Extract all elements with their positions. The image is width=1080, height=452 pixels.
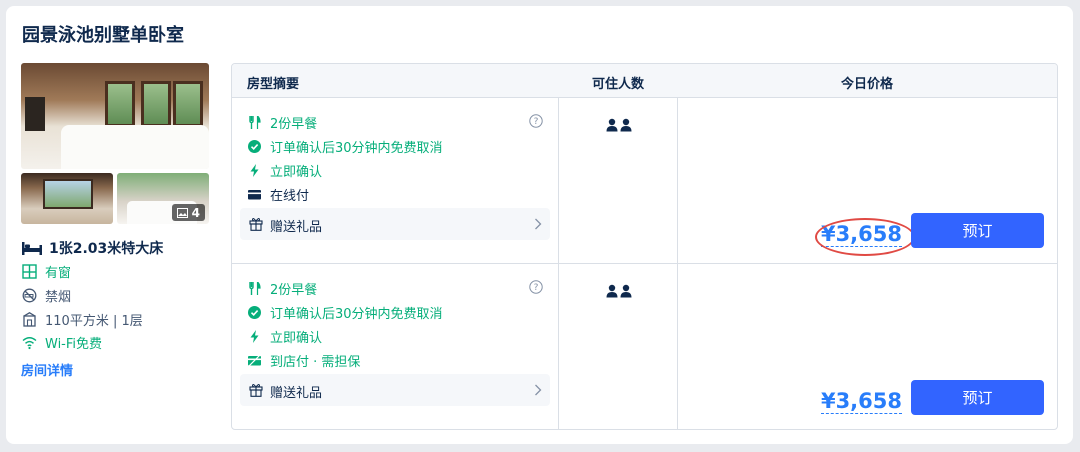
window-info: 有窗 [22,262,71,281]
svg-text:?: ? [534,283,539,293]
lightning-icon [250,164,259,177]
room-title: 园景泳池别墅单卧室 [22,25,184,46]
chevron-right-icon [535,218,542,230]
header-price: 今日价格 [841,77,894,92]
help-icon[interactable]: ? [529,280,543,294]
breakfast-item: 2份早餐 [248,113,317,132]
instant-confirm-label: 立即确认 [270,331,323,346]
photo-count: 4 [191,205,200,220]
svg-text:?: ? [534,117,539,127]
bed-info: 1张2.03米特大床 [22,238,163,258]
room-thumb-photo[interactable] [21,173,113,224]
pay-at-hotel-icon [248,354,261,367]
room-thumb-photo[interactable]: 4 [117,173,209,224]
fork-knife-icon [249,116,261,129]
fork-knife-icon [249,282,261,295]
column-divider [558,98,559,429]
gift-label: 赠送礼品 [270,220,323,235]
room-card: 园景泳池别墅单卧室 4 1张2.03米特大床 有窗 禁烟 110平方米 | 1层… [6,6,1073,444]
cancel-policy-item[interactable]: 订单确认后30分钟内免费取消 [248,137,443,156]
window-icon [22,264,37,279]
payment-item: 在线付 [248,185,309,204]
chevron-right-icon [535,384,542,396]
instant-confirm-label: 立即确认 [270,165,323,180]
price-annotation-circle [815,218,915,256]
breakfast-item: 2份早餐 [248,279,317,298]
area-label: 110平方米 | 1层 [45,314,143,329]
column-divider [677,98,678,429]
gift-icon [249,218,263,231]
image-icon [176,207,188,218]
instant-confirm-item: 立即确认 [248,161,322,180]
cancel-policy-item[interactable]: 订单确认后30分钟内免费取消 [248,303,443,322]
help-icon[interactable]: ? [529,114,543,128]
pay-at-hotel-item: 到店付 · 需担保 [248,351,360,370]
instant-confirm-item: 立即确认 [248,327,322,346]
check-circle-icon [248,140,261,153]
bed-icon [22,241,42,255]
gift-bar[interactable]: 赠送礼品 [240,374,550,406]
header-summary: 房型摘要 [247,77,300,92]
wifi-icon [22,337,37,350]
payment-label: 在线付 [270,189,310,204]
price[interactable]: ¥3,658 [820,389,902,414]
breakfast-label: 2份早餐 [270,283,318,298]
row-divider [232,263,1057,264]
cancel-policy-label: 订单确认后30分钟内免费取消 [270,141,443,156]
window-decor [141,81,171,127]
breakfast-label: 2份早餐 [270,117,318,132]
gift-bar[interactable]: 赠送礼品 [240,208,550,240]
cancel-policy-label: 订单确认后30分钟内免费取消 [270,307,443,322]
area-info: 110平方米 | 1层 [22,310,143,329]
no-smoking-icon [22,288,37,303]
window-decor [43,179,93,209]
two-guests-icon [606,118,632,132]
credit-card-icon [248,190,261,200]
header-guests: 可住人数 [592,77,645,92]
bed-decor [61,125,209,169]
room-main-photo[interactable] [21,63,209,169]
two-guests-icon [606,284,632,298]
window-label: 有窗 [45,266,72,281]
check-circle-icon [248,306,261,319]
wifi-label: Wi-Fi免费 [45,337,103,352]
room-details-link[interactable]: 房间详情 [21,360,73,379]
tv-decor [25,97,45,131]
gift-icon [249,384,263,397]
table-header: 房型摘要 可住人数 今日价格 [232,64,1057,98]
book-button[interactable]: 预订 [911,380,1044,415]
smoking-info: 禁烟 [22,286,71,305]
lightning-icon [250,330,259,343]
bed-type: 1张2.03米特大床 [49,241,164,257]
smoking-label: 禁烟 [45,290,72,305]
area-icon [23,312,36,327]
payment-label: 到店付 · 需担保 [270,355,361,370]
window-decor [173,81,203,127]
photo-count-badge[interactable]: 4 [171,204,205,221]
wifi-info: Wi-Fi免费 [22,333,102,352]
offers-table: 房型摘要 可住人数 今日价格 2份早餐 ? 订单确认后30分钟内免费取消 立即确… [231,63,1058,430]
window-decor [105,81,135,127]
gift-label: 赠送礼品 [270,386,323,401]
book-button[interactable]: 预订 [911,213,1044,248]
